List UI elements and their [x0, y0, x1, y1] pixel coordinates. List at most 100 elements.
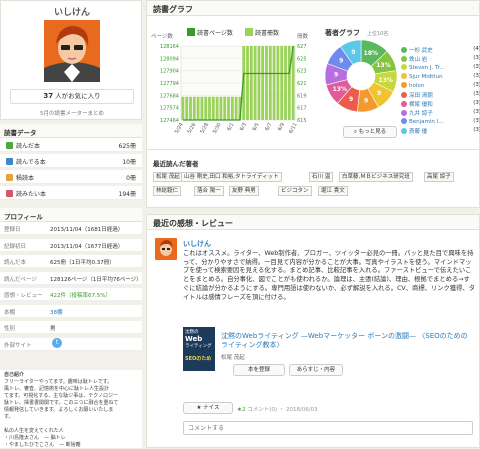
- author-count: (3): [473, 100, 480, 106]
- author-legend-row[interactable]: holon (3): [401, 82, 480, 90]
- x-tick-label: 6/7: [264, 122, 273, 132]
- author-name: 鉄山 岩: [409, 57, 428, 63]
- cover-line1: 沈黙の: [185, 330, 199, 335]
- cover-line2: Web: [185, 335, 203, 343]
- synopsis-button[interactable]: あらすじ・内容: [289, 364, 343, 376]
- author-name: holon: [409, 83, 425, 89]
- favorite-count-box[interactable]: 37 人がお気に入り: [10, 89, 134, 104]
- profile-row-key: 外部サイト: [4, 342, 32, 349]
- search-icon: ⌕: [353, 129, 357, 135]
- avatar[interactable]: [44, 20, 100, 82]
- self-intro-line: てます。可視化する、主な駄ジ事は、テクノロジー: [4, 393, 118, 399]
- legend-dot: [401, 110, 407, 116]
- profile-row-value: 625冊（1日平均0.37冊）: [50, 260, 115, 266]
- author-legend-row[interactable]: Steven J. Tr... (3): [401, 64, 480, 72]
- author-legend-row[interactable]: 斎藤 優 (3): [401, 127, 480, 135]
- author-legend-row[interactable]: Sjur Midttun (3): [401, 73, 480, 81]
- x-tick-label: 6/1: [226, 122, 235, 132]
- author-legend-row[interactable]: 横尾 優和 (3): [401, 100, 480, 108]
- self-intro: 自己紹介 フリーライターやってます。趣味は駄トレです。 風トレ、審査、記憶術を中心…: [0, 370, 142, 448]
- more-button-label: もっと見る: [358, 129, 387, 135]
- self-intro-line: 風トレ、審査、記憶術を中心に駄トレ人生設計: [4, 386, 110, 392]
- book-data-row[interactable]: 読んでる本 10冊: [0, 154, 142, 168]
- profile-card: いしけん 37 人がお気に入り 5月の読書メーターまとめ: [0, 0, 142, 120]
- author-legend-row[interactable]: 一杉 武史 (4): [401, 46, 480, 54]
- bar: [261, 46, 265, 120]
- author-name: 一杉 武史: [409, 48, 433, 54]
- bar: [204, 96, 208, 120]
- author-count: (3): [473, 118, 480, 124]
- right-column: 読書グラフ ページ数 冊数 読書ページ数 読書冊数 128164 627 12809…: [146, 0, 480, 448]
- fav-suffix: 人がお気に入り: [55, 92, 101, 100]
- book-data-row[interactable]: 読んだ本 625冊: [0, 138, 142, 152]
- y2-tick-label: 617: [297, 106, 307, 112]
- book-data-label: 読んだ本: [16, 143, 41, 150]
- author-legend-row[interactable]: 九井 諒子 (3): [401, 109, 480, 117]
- y-tick-label: 127904: [160, 69, 179, 75]
- book-title-link[interactable]: 沈黙のWebライティング —Webマーケッター ボーンの激闘— 〈SEOのための…: [221, 332, 471, 350]
- author-tag[interactable]: 友野 典男: [229, 186, 259, 196]
- bar: [208, 96, 211, 120]
- y-tick-label: 127574: [160, 106, 179, 112]
- book-author: 松尾 茂起: [221, 355, 245, 361]
- bar: [276, 46, 280, 120]
- author-tag[interactable]: 松尾 茂起: [153, 172, 183, 182]
- author-graph-title: 著者グラフ: [325, 29, 360, 37]
- y-tick-label: 128094: [160, 56, 179, 62]
- author-name: 斎藤 優: [409, 129, 428, 135]
- author-name: 九井 諒子: [409, 111, 433, 117]
- book-data-row[interactable]: 積読本 0冊: [0, 170, 142, 184]
- profile-data-title: プロフィール: [0, 208, 142, 222]
- comment-meta[interactable]: コメント(0) ・ 2018/06/03: [247, 407, 318, 413]
- pie-slice-label: 9: [351, 49, 355, 56]
- nice-count: 2: [241, 407, 246, 413]
- review-avatar[interactable]: [155, 238, 177, 260]
- legend-books-swatch: [245, 28, 253, 36]
- book-data-label: 積読本: [16, 175, 35, 182]
- author-tag[interactable]: 白草藤,ＭＢビジネス研究班: [339, 172, 413, 182]
- author-tag[interactable]: 山谷 剛史,田口 和裕,タトライディット: [181, 172, 282, 182]
- self-intro-heading: 自己紹介: [4, 372, 25, 378]
- twitter-icon[interactable]: t: [52, 338, 62, 348]
- author-tag[interactable]: ビジコタン: [278, 186, 312, 196]
- author-legend-row[interactable]: 鉄山 岩 (3): [401, 55, 480, 63]
- bar: [268, 46, 272, 120]
- pie-slice-label: 13%: [333, 86, 347, 93]
- profile-row-value[interactable]: 38棚: [50, 308, 63, 316]
- profile-row-key: 記録初日: [4, 243, 27, 250]
- bar: [253, 46, 257, 120]
- bar: [227, 96, 230, 120]
- author-count: (3): [473, 55, 480, 61]
- recent-authors-title: 最近読んだ著者: [153, 160, 199, 168]
- author-tag[interactable]: 堀江 貴文: [318, 186, 348, 196]
- author-legend-row[interactable]: 深田 清朝 (3): [401, 91, 480, 99]
- more-button[interactable]: ⌕ もっと見る: [343, 126, 397, 138]
- book-cover[interactable]: 沈黙の Web ライティング SEOのため: [183, 327, 215, 371]
- author-name: 横尾 優和: [409, 102, 433, 108]
- author-legend-row[interactable]: Benjamin I... (3): [401, 118, 480, 126]
- register-book-button[interactable]: 本を登録: [233, 364, 285, 376]
- review-author[interactable]: いしけん: [183, 239, 211, 249]
- graph-card: ページ数 冊数 読書ページ数 読書冊数 128164 627 128094 625 12…: [146, 16, 480, 150]
- x-tick-label: 6/3: [239, 122, 248, 132]
- comment-input[interactable]: [183, 421, 473, 435]
- nice-label: ★ ナイス: [196, 405, 220, 411]
- review-text: これはオススメ。ライター、Web制作者、ブロガー、ツイッター必見の一冊。パッと見…: [183, 250, 476, 301]
- profile-row: 登録日 2013/11/04（1681日経過）: [0, 222, 142, 235]
- monthly-summary-link[interactable]: 5月の読書メーターまとめ: [1, 109, 143, 117]
- x-tick-label: 5/26: [187, 122, 198, 135]
- author-tag[interactable]: 高尾 諒子: [424, 172, 454, 182]
- recent-authors-card: 最近読んだ著者 松尾 茂起 山谷 剛史,田口 和裕,タトライディット 石川 温白草藤…: [146, 150, 480, 208]
- self-intro-line: ・川島隆太さん — 脳トレ: [4, 435, 66, 441]
- bar: [211, 96, 215, 120]
- profile-row-value: 422件（投稿率67.5%）: [50, 293, 111, 299]
- author-tag[interactable]: 石川 温: [309, 172, 334, 182]
- y2-tick-label: 619: [297, 93, 307, 99]
- pie-slice-label: 9: [364, 97, 368, 104]
- book-data-row[interactable]: 読みたい本 194冊: [0, 186, 142, 200]
- author-tag[interactable]: 林総毅仁: [153, 186, 182, 196]
- author-tag[interactable]: 落合 陽一: [194, 186, 224, 196]
- cover-line3: ライティング: [185, 344, 212, 349]
- bar: [230, 96, 234, 120]
- nice-button[interactable]: ★ ナイス: [183, 402, 233, 414]
